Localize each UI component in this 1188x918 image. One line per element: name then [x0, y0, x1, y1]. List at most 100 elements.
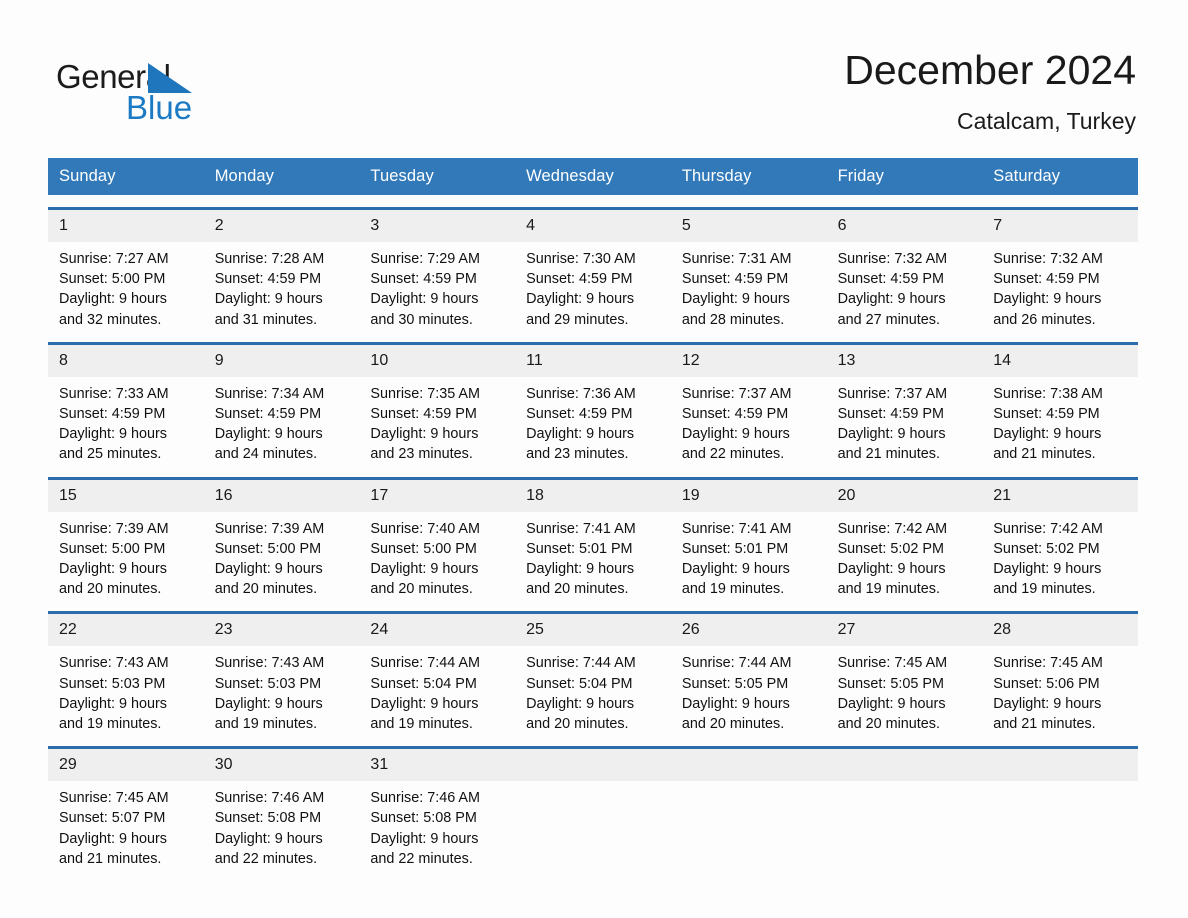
weekday-header-sunday: Sunday [59, 167, 116, 185]
day-cell-empty [826, 749, 983, 869]
day-cell[interactable]: 4 Sunrise: 7:30 AM Sunset: 4:59 PM Dayli… [515, 210, 671, 330]
daylight-text-line1: Daylight: 9 hours [526, 561, 635, 578]
daylight-text-line1: Daylight: 9 hours [59, 291, 167, 308]
daylight-text-line2: and 22 minutes. [681, 446, 785, 463]
day-cell[interactable]: 25 Sunrise: 7:44 AM Sunset: 5:04 PM Dayl… [515, 614, 671, 734]
sunrise-text: Sunrise: 7:45 AM [993, 655, 1103, 672]
day-details: Sunrise: 7:34 AM Sunset: 4:59 PM Dayligh… [204, 377, 360, 465]
day-number [515, 749, 671, 782]
daylight-text-line1: Daylight: 9 hours [837, 426, 946, 443]
day-details: Sunrise: 7:46 AM Sunset: 5:08 PM Dayligh… [204, 781, 360, 869]
daylight-text-line2: and 19 minutes. [837, 581, 940, 598]
sunset-text: Sunset: 5:05 PM [837, 675, 944, 692]
sunrise-text: Sunrise: 7:39 AM [59, 520, 169, 537]
day-cell[interactable]: 9 Sunrise: 7:34 AM Sunset: 4:59 PM Dayli… [203, 344, 360, 465]
day-details: Sunrise: 7:44 AM Sunset: 5:04 PM Dayligh… [359, 646, 515, 734]
day-cell[interactable]: 23 Sunrise: 7:43 AM Sunset: 5:03 PM Dayl… [203, 614, 360, 734]
day-number: 5 [670, 210, 827, 242]
sunset-text: Sunset: 5:02 PM [993, 540, 1100, 557]
day-details: Sunrise: 7:39 AM Sunset: 5:00 PM Dayligh… [204, 512, 360, 600]
day-cell[interactable]: 29 Sunrise: 7:45 AM Sunset: 5:07 PM Dayl… [48, 749, 204, 869]
daylight-text-line2: and 26 minutes. [993, 311, 1096, 328]
day-details: Sunrise: 7:31 AM Sunset: 4:59 PM Dayligh… [671, 242, 827, 330]
sunrise-text: Sunrise: 7:43 AM [214, 655, 325, 672]
day-details: Sunrise: 7:33 AM Sunset: 4:59 PM Dayligh… [48, 377, 204, 465]
daylight-text-line2: and 19 minutes. [370, 716, 473, 733]
day-cell[interactable]: 27 Sunrise: 7:45 AM Sunset: 5:05 PM Dayl… [826, 614, 983, 734]
sunset-text: Sunset: 4:59 PM [59, 406, 166, 423]
day-number: 29 [48, 749, 204, 782]
day-number: 11 [515, 344, 671, 377]
sunrise-text: Sunrise: 7:38 AM [993, 385, 1103, 402]
day-cell[interactable]: 30 Sunrise: 7:46 AM Sunset: 5:08 PM Dayl… [203, 749, 360, 869]
daylight-text-line2: and 23 minutes. [526, 446, 629, 463]
day-cell[interactable]: 24 Sunrise: 7:44 AM Sunset: 5:04 PM Dayl… [359, 614, 516, 734]
daylight-text-line1: Daylight: 9 hours [214, 291, 323, 308]
sunset-text: Sunset: 4:59 PM [214, 271, 322, 288]
sunrise-text: Sunrise: 7:33 AM [59, 385, 169, 402]
general-blue-logo[interactable]: General Blue [56, 44, 216, 124]
daylight-text-line1: Daylight: 9 hours [681, 291, 790, 308]
day-cell[interactable]: 13 Sunrise: 7:37 AM Sunset: 4:59 PM Dayl… [826, 344, 983, 465]
sunrise-text: Sunrise: 7:32 AM [837, 251, 948, 267]
sunrise-text: Sunrise: 7:45 AM [837, 655, 948, 672]
daylight-text-line2: and 21 minutes. [837, 446, 940, 463]
sunrise-text: Sunrise: 7:43 AM [59, 655, 169, 672]
day-number: 25 [515, 614, 671, 647]
day-number: 12 [670, 344, 827, 377]
sunset-text: Sunset: 5:05 PM [681, 675, 789, 692]
day-details: Sunrise: 7:40 AM Sunset: 5:00 PM Dayligh… [359, 512, 515, 600]
day-cell[interactable]: 21 Sunrise: 7:42 AM Sunset: 5:02 PM Dayl… [982, 479, 1138, 600]
day-cell[interactable]: 20 Sunrise: 7:42 AM Sunset: 5:02 PM Dayl… [826, 479, 983, 600]
weekday-header-monday: Monday [214, 167, 275, 185]
day-cell[interactable]: 28 Sunrise: 7:45 AM Sunset: 5:06 PM Dayl… [982, 614, 1138, 734]
sunset-text: Sunset: 4:59 PM [837, 271, 944, 288]
daylight-text-line1: Daylight: 9 hours [59, 695, 167, 712]
sunset-text: Sunset: 5:03 PM [59, 675, 166, 692]
daylight-text-line1: Daylight: 9 hours [993, 695, 1102, 712]
sunrise-text: Sunrise: 7:30 AM [526, 251, 636, 267]
day-cell[interactable]: 5 Sunrise: 7:31 AM Sunset: 4:59 PM Dayli… [670, 210, 827, 330]
day-cell[interactable]: 6 Sunrise: 7:32 AM Sunset: 4:59 PM Dayli… [826, 210, 983, 330]
sunrise-text: Sunrise: 7:39 AM [214, 520, 325, 537]
day-cell[interactable]: 18 Sunrise: 7:41 AM Sunset: 5:01 PM Dayl… [515, 479, 671, 600]
calendar-grid: Sunday Monday Tuesday Wednesday Thursday… [48, 158, 1138, 869]
day-cell[interactable]: 15 Sunrise: 7:39 AM Sunset: 5:00 PM Dayl… [48, 479, 204, 600]
sunset-text: Sunset: 5:00 PM [59, 271, 166, 288]
day-cell[interactable]: 26 Sunrise: 7:44 AM Sunset: 5:05 PM Dayl… [670, 614, 827, 734]
day-cell[interactable]: 11 Sunrise: 7:36 AM Sunset: 4:59 PM Dayl… [515, 344, 671, 465]
day-cell[interactable]: 17 Sunrise: 7:40 AM Sunset: 5:00 PM Dayl… [359, 479, 516, 600]
sunset-text: Sunset: 4:59 PM [370, 271, 477, 288]
day-details: Sunrise: 7:30 AM Sunset: 4:59 PM Dayligh… [515, 242, 671, 330]
daylight-text-line2: and 22 minutes. [214, 850, 318, 867]
day-number: 16 [203, 479, 360, 512]
sunset-text: Sunset: 4:59 PM [526, 406, 633, 423]
day-cell[interactable]: 10 Sunrise: 7:35 AM Sunset: 4:59 PM Dayl… [359, 344, 516, 465]
day-cell[interactable]: 8 Sunrise: 7:33 AM Sunset: 4:59 PM Dayli… [48, 344, 204, 465]
day-cell[interactable]: 16 Sunrise: 7:39 AM Sunset: 5:00 PM Dayl… [203, 479, 360, 600]
day-cell[interactable]: 31 Sunrise: 7:46 AM Sunset: 5:08 PM Dayl… [359, 749, 516, 869]
day-cell[interactable]: 1 Sunrise: 7:27 AM Sunset: 5:00 PM Dayli… [48, 210, 204, 330]
day-number: 3 [359, 210, 516, 242]
sunset-text: Sunset: 4:59 PM [837, 406, 944, 423]
day-number: 2 [203, 210, 360, 242]
day-cell[interactable]: 2 Sunrise: 7:28 AM Sunset: 4:59 PM Dayli… [203, 210, 360, 330]
day-cell[interactable]: 14 Sunrise: 7:38 AM Sunset: 4:59 PM Dayl… [982, 344, 1138, 465]
day-cell[interactable]: 7 Sunrise: 7:32 AM Sunset: 4:59 PM Dayli… [982, 210, 1138, 330]
daylight-text-line1: Daylight: 9 hours [681, 695, 790, 712]
day-cell[interactable]: 12 Sunrise: 7:37 AM Sunset: 4:59 PM Dayl… [670, 344, 827, 465]
daylight-text-line1: Daylight: 9 hours [526, 695, 635, 712]
sunset-text: Sunset: 5:03 PM [214, 675, 322, 692]
day-cell[interactable]: 3 Sunrise: 7:29 AM Sunset: 4:59 PM Dayli… [359, 210, 516, 330]
daylight-text-line2: and 30 minutes. [370, 311, 473, 328]
day-cell[interactable]: 22 Sunrise: 7:43 AM Sunset: 5:03 PM Dayl… [48, 614, 204, 734]
sunrise-text: Sunrise: 7:42 AM [993, 520, 1103, 537]
day-cell[interactable]: 19 Sunrise: 7:41 AM Sunset: 5:01 PM Dayl… [670, 479, 827, 600]
daylight-text-line1: Daylight: 9 hours [370, 561, 479, 578]
daylight-text-line1: Daylight: 9 hours [59, 426, 167, 443]
day-details: Sunrise: 7:32 AM Sunset: 4:59 PM Dayligh… [827, 242, 983, 330]
day-number: 13 [826, 344, 983, 377]
sunset-text: Sunset: 4:59 PM [526, 271, 633, 288]
day-number: 28 [982, 614, 1138, 647]
daylight-text-line1: Daylight: 9 hours [370, 695, 479, 712]
